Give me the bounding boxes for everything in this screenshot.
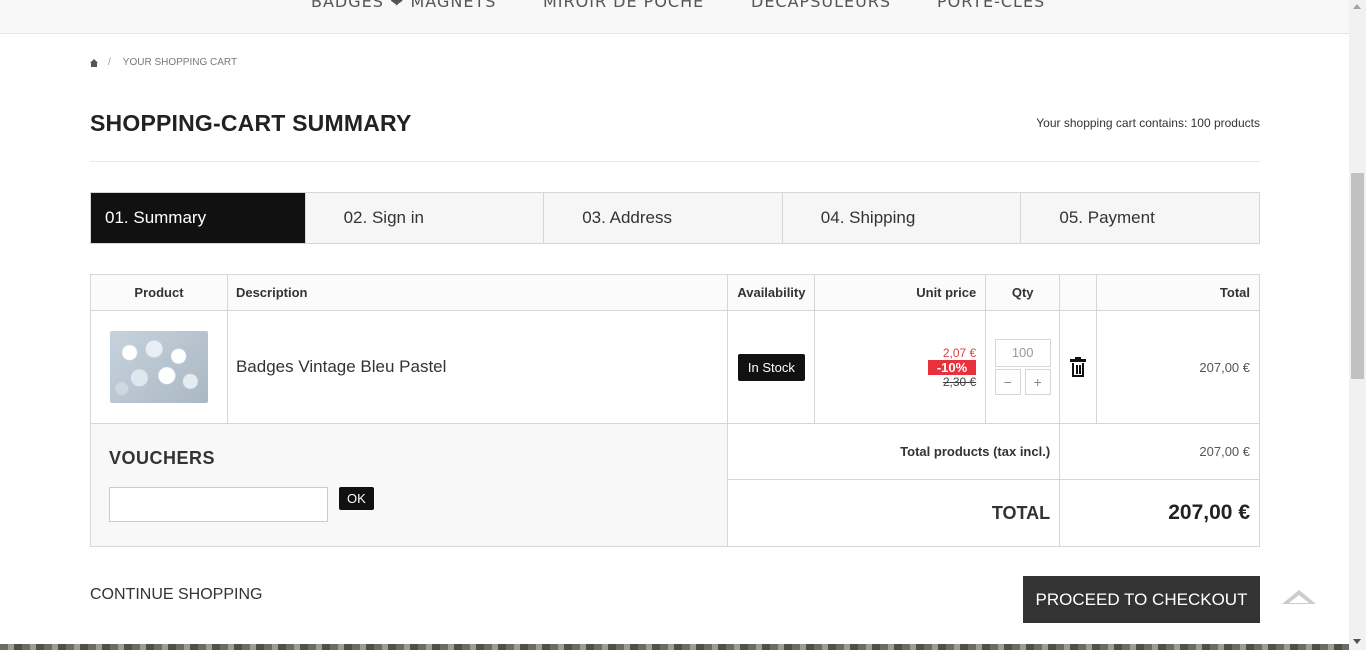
page-scrollbar[interactable] bbox=[1349, 0, 1366, 650]
product-thumbnail[interactable] bbox=[109, 331, 208, 403]
table-header-row: Product Description Availability Unit pr… bbox=[90, 274, 1260, 311]
header-delete bbox=[1059, 274, 1098, 311]
qty-cell: 100 − + bbox=[985, 310, 1061, 424]
cart-product-count: Your shopping cart contains: 100 product… bbox=[1036, 116, 1260, 130]
breadcrumb-separator: / bbox=[108, 57, 111, 68]
nav-item-porte-cles[interactable]: PORTE-CLÉS bbox=[937, 0, 1045, 11]
trash-icon[interactable] bbox=[1070, 357, 1087, 377]
header-availability: Availability bbox=[727, 274, 816, 311]
step-payment[interactable]: 05. Payment bbox=[1020, 193, 1259, 243]
delete-cell bbox=[1059, 310, 1098, 424]
divider bbox=[90, 161, 1260, 162]
unit-price-cell: 2,07 € -10% 2,30 € bbox=[814, 310, 987, 424]
header-description: Description bbox=[226, 274, 729, 311]
availability-cell: In Stock bbox=[727, 310, 816, 424]
price-original: 2,30 € bbox=[942, 374, 977, 389]
quantity-increase-button[interactable]: + bbox=[1024, 369, 1051, 395]
top-navigation: BADGES ❤ MAGNETS MIROIR DE POCHE DÉCAPSU… bbox=[0, 0, 1349, 34]
home-icon[interactable] bbox=[90, 58, 98, 67]
price-discounted: 2,07 € bbox=[942, 345, 977, 360]
step-address[interactable]: 03. Address bbox=[543, 193, 782, 243]
nav-item-decapsuleurs[interactable]: DÉCAPSULEURS bbox=[751, 0, 891, 11]
vouchers-section: VOUCHERS OK bbox=[89, 423, 729, 547]
table-row: Badges Vintage Bleu Pastel In Stock 2,07… bbox=[90, 310, 1260, 424]
grand-total-value: 207,00 € bbox=[1059, 479, 1260, 547]
footer-background bbox=[0, 644, 1349, 650]
checkout-steps: 01. Summary 02. Sign in 03. Address 04. … bbox=[90, 192, 1260, 244]
breadcrumb: / YOUR SHOPPING CART bbox=[90, 57, 237, 68]
total-products-label: Total products (tax incl.) bbox=[727, 423, 1061, 480]
header-total: Total bbox=[1096, 274, 1260, 311]
quantity-decrease-button[interactable]: − bbox=[994, 369, 1021, 395]
cart-table: Product Description Availability Unit pr… bbox=[89, 274, 1260, 547]
voucher-ok-button[interactable]: OK bbox=[339, 487, 374, 510]
product-description[interactable]: Badges Vintage Bleu Pastel bbox=[226, 310, 729, 424]
step-sign-in[interactable]: 02. Sign in bbox=[304, 193, 544, 243]
discount-badge: -10% bbox=[927, 359, 977, 375]
nav-item-badges[interactable]: BADGES ❤ MAGNETS bbox=[311, 0, 496, 11]
nav-item-miroir[interactable]: MIROIR DE POCHE bbox=[543, 0, 704, 11]
quantity-input[interactable]: 100 bbox=[994, 339, 1051, 367]
step-summary[interactable]: 01. Summary bbox=[91, 193, 305, 243]
vouchers-title: VOUCHERS bbox=[109, 448, 216, 468]
page-title: SHOPPING-CART SUMMARY bbox=[90, 110, 412, 136]
summary-row-products: VOUCHERS OK Total products (tax incl.) 2… bbox=[89, 423, 1260, 547]
continue-shopping-link[interactable]: CONTINUE SHOPPING bbox=[90, 586, 262, 604]
header-product: Product bbox=[90, 274, 228, 311]
header-unit-price: Unit price bbox=[814, 274, 987, 311]
total-products-value: 207,00 € bbox=[1059, 423, 1260, 480]
scroll-up-arrow-icon[interactable] bbox=[1353, 4, 1361, 9]
stock-badge: In Stock bbox=[737, 353, 805, 381]
grand-total-label: TOTAL bbox=[727, 479, 1061, 547]
voucher-code-input[interactable] bbox=[109, 487, 328, 522]
breadcrumb-current: YOUR SHOPPING CART bbox=[122, 57, 238, 68]
row-total: 207,00 € bbox=[1096, 310, 1260, 424]
scroll-down-arrow-icon[interactable] bbox=[1353, 639, 1361, 644]
header-qty: Qty bbox=[985, 274, 1061, 311]
product-image-cell bbox=[90, 310, 228, 424]
back-to-top-icon[interactable] bbox=[1282, 590, 1316, 606]
step-shipping[interactable]: 04. Shipping bbox=[781, 193, 1021, 243]
proceed-to-checkout-button[interactable]: PROCEED TO CHECKOUT bbox=[1023, 576, 1260, 623]
scrollbar-thumb[interactable] bbox=[1351, 173, 1364, 379]
